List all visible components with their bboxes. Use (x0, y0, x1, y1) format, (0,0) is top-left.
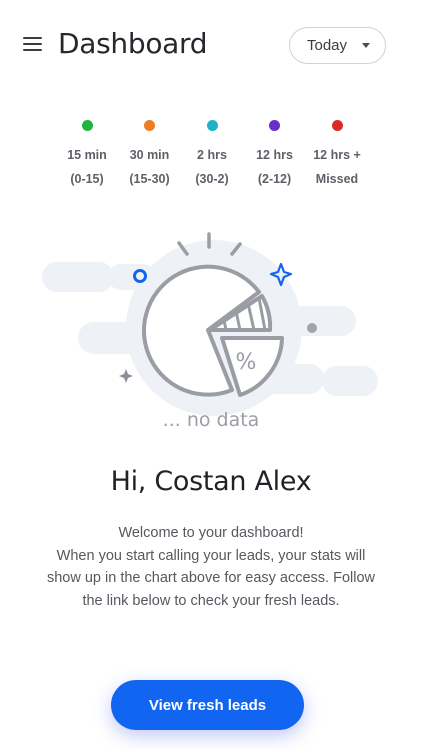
hamburger-menu-icon[interactable] (23, 36, 43, 52)
legend-dot-purple (269, 120, 280, 131)
legend-range: (0-15) (70, 172, 104, 186)
legend-range: (30-2) (195, 172, 229, 186)
legend-label: 2 hrs (197, 148, 227, 162)
legend-range: (2-12) (257, 172, 292, 186)
time-legend: 15 min (0-15) 30 min (15-30) 2 hrs (30-2… (56, 117, 368, 197)
legend-label: 30 min (129, 148, 170, 162)
description-line: Welcome to your dashboard! (118, 525, 304, 541)
menu-bar (23, 43, 42, 45)
page-title: Dashboard (58, 27, 208, 60)
legend-dot-teal (206, 120, 218, 131)
legend-range: Missed (315, 172, 359, 186)
legend-dot-green (81, 120, 93, 131)
legend-item: 15 min (0-15) (56, 117, 118, 197)
percent-symbol: % (236, 350, 257, 375)
view-fresh-leads-button[interactable]: View fresh leads (111, 680, 304, 730)
legend-label: 12 hrs (256, 148, 293, 162)
caret-down-icon (362, 43, 370, 48)
greeting-heading: Hi, Costan Alex (110, 466, 312, 497)
period-select[interactable]: Today (289, 27, 386, 64)
legend-item: 12 hrs (2-12) (244, 117, 306, 197)
sparkle-decoration (119, 369, 133, 383)
dashboard-page: Dashboard Today 15 min (0-15) 30 min (15… (0, 0, 422, 750)
legend-dot-red (331, 120, 343, 131)
legend-label: 15 min (67, 148, 107, 162)
legend-range: (15-30) (129, 172, 170, 186)
legend-item: 30 min (15-30) (119, 117, 181, 197)
description-body: When you start calling your leads, your … (46, 547, 376, 609)
legend-item: 2 hrs (30-2) (181, 117, 243, 197)
legend-label: 12 hrs + (313, 148, 361, 162)
dot-decoration (307, 323, 317, 333)
no-data-text: ... no data (162, 409, 260, 431)
dashboard-description: Welcome to your dashboard! When you star… (40, 522, 382, 612)
menu-bar (23, 49, 42, 51)
period-select-value: Today (307, 37, 348, 54)
legend-dot-orange (144, 120, 155, 131)
legend-item: 12 hrs + Missed (306, 117, 368, 197)
menu-bar (23, 37, 42, 39)
